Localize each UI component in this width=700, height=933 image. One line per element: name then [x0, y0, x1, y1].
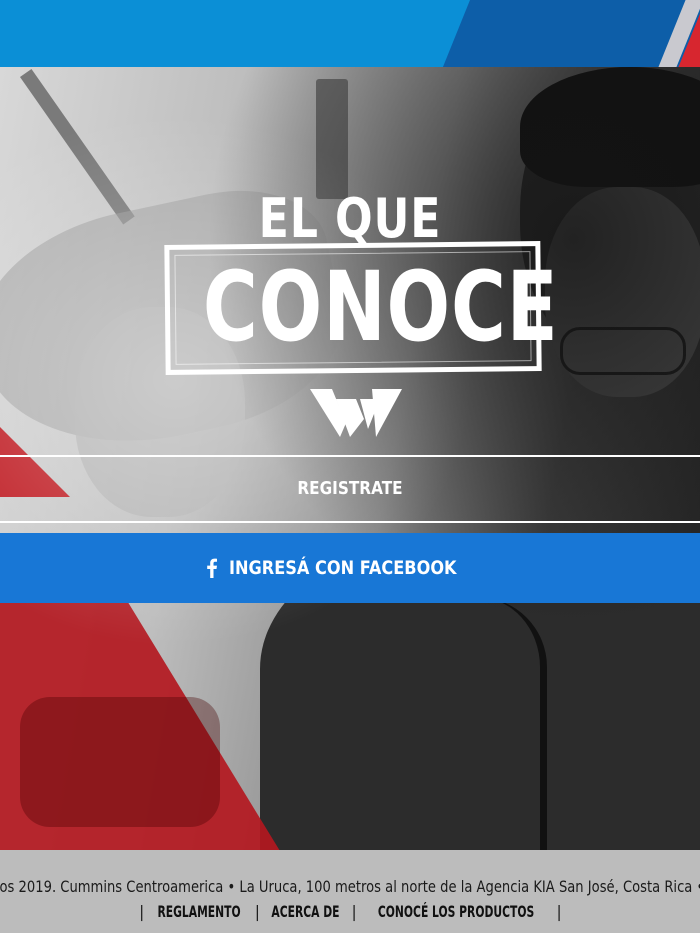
footer-link-conoce-productos[interactable]: CONOCÉ LOS PRODUCTOS	[378, 902, 534, 921]
facebook-login-label: INGRESÁ CON FACEBOOK	[229, 557, 457, 579]
registrate-top-divider	[0, 455, 700, 457]
footer-link-reglamento[interactable]: REGLAMENTO	[158, 902, 241, 921]
footer-separator: |	[351, 902, 356, 921]
registrate-bottom-divider	[0, 521, 700, 523]
facebook-login-button[interactable]: INGRESÁ CON FACEBOOK	[0, 533, 700, 603]
logo-line-el-que: EL QUE	[258, 187, 442, 250]
footer-links: | REGLAMENTO | ACERCA DE | CONOCÉ LOS PR…	[0, 902, 700, 921]
footer-link-acerca-de[interactable]: ACERCA DE	[271, 902, 339, 921]
hero-background-photo: EL QUE CONOCE REGISTRATE INGRESÁ CON FAC…	[0, 67, 700, 850]
footer-separator: |	[556, 902, 561, 921]
logo-line-conoce: CONOCE	[202, 251, 559, 363]
footer: rvados 2019. Cummins Centroamerica • La …	[0, 850, 700, 933]
footer-separator: |	[254, 902, 259, 921]
footer-separator: |	[139, 902, 144, 921]
brand-w-logo-icon	[310, 389, 402, 437]
photo-shading	[0, 67, 700, 850]
top-color-band	[0, 0, 700, 67]
registrate-link[interactable]: REGISTRATE	[53, 473, 648, 505]
facebook-icon	[207, 558, 218, 578]
footer-copyright: rvados 2019. Cummins Centroamerica • La …	[0, 877, 700, 896]
